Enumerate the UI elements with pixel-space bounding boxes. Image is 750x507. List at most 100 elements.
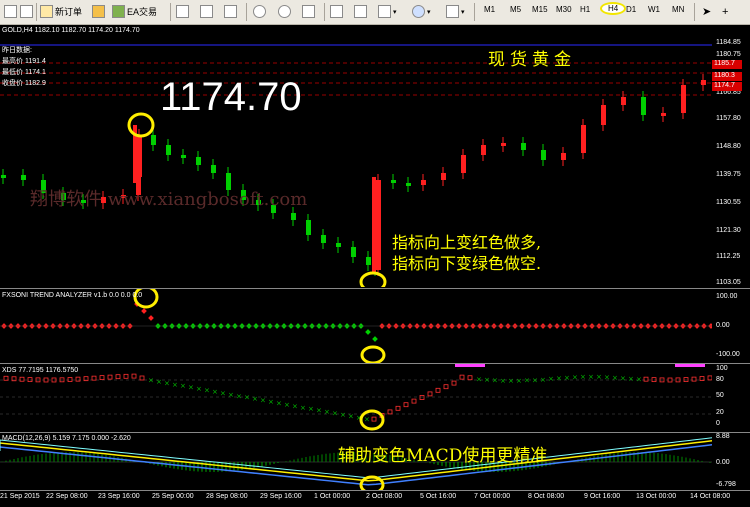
timeframe-m5[interactable]: M5 [510,5,521,14]
chart-shift-icon [354,5,367,18]
candle-body [541,150,546,160]
osc-mark [467,375,473,381]
autoscroll-button[interactable] [330,4,345,19]
date-label: 14 Oct 08:00 [690,493,731,500]
osc-mark [19,376,25,382]
timeframe-m30[interactable]: M30 [556,5,572,14]
osc-scale: 100 80 50 20 0 [712,363,750,432]
highlight-circle [360,345,386,363]
osc-mark [395,405,401,411]
cursor-button[interactable]: ➤ [702,4,711,19]
date-label: 5 Oct 16:00 [420,493,457,500]
osc-mark: × [636,376,642,384]
osc-mark: × [196,385,202,393]
osc-mark: × [180,382,186,390]
new-chart-button[interactable] [4,4,19,19]
scale-label: 1148.80 [716,143,741,150]
templates-button[interactable]: ▾ [446,4,465,19]
timeframe-h1[interactable]: H1 [580,5,590,14]
bar-chart-button[interactable] [176,4,191,19]
candle-body [181,155,186,158]
oscillator-panel[interactable]: × × × × × × × × × × × × × × × × × × × × × × × × × × × × × × × × × × × × × × × ×… [0,363,712,432]
ea-button[interactable]: EA交易 [112,4,157,19]
scale-label: 1180.75 [716,51,741,58]
periods-button[interactable]: ▾ [412,4,431,19]
osc-mark [683,377,689,382]
osc-mark: × [532,376,538,384]
templates-icon [446,5,459,18]
candle-body [366,257,371,265]
chart-shift-button[interactable] [354,4,369,19]
candle-body [21,175,26,180]
osc-mark: × [220,389,226,397]
osc-mark: × [628,375,634,383]
candle-body [481,145,486,155]
macd-panel[interactable]: MACD(12,26,9) 5.159 7.175 0.000 -2.620 辅… [0,432,712,491]
crosshair-button[interactable]: + [722,4,728,19]
osc-mark: × [580,373,586,381]
scale-label: 20 [716,409,724,416]
osc-mark [459,374,465,380]
candle-body [306,220,311,235]
osc-mark [131,373,137,379]
scale-label: -100.00 [716,351,740,358]
note-line-2: 指标向下变绿色做空. [392,254,542,273]
osc-mark: × [228,391,234,399]
big-price: 1174.70 [160,75,302,119]
zoom-out-icon [278,5,291,18]
cursor-icon: ➤ [702,6,712,18]
timeframe-m15[interactable]: M15 [532,5,548,14]
indicators-button[interactable]: ▾ [378,4,397,19]
candle-spike [372,177,376,272]
line-chart-button[interactable] [224,4,239,19]
date-label: 7 Oct 00:00 [474,493,511,500]
macd-scale: 8.88 0.00 -6.798 [712,432,750,491]
zoom-out-button[interactable] [278,4,293,19]
highlight-circle [359,271,387,287]
timeframe-mn[interactable]: MN [672,5,684,14]
candle-body [1,175,6,178]
timeframe-d1[interactable]: D1 [626,5,636,14]
osc-mark: × [516,377,522,385]
trend-dot [141,308,147,314]
metaeditor-button[interactable] [92,4,107,19]
info-low: 最低价 1174.1 [2,69,46,76]
candle-chart-button[interactable] [200,4,215,19]
title-cn: 现货黄金 [488,50,576,70]
trend-analyzer-panel[interactable]: FXSONI TREND ANALYZER v1.b 0.0 0.0 0.0 [0,288,712,363]
osc-mark: × [508,377,514,385]
new-order-button[interactable]: 新订单 [40,4,82,19]
osc-header: XDS 77.7195 1176.5750 [2,367,79,374]
bar-chart-icon [176,5,189,18]
candle-body [321,235,326,243]
date-label: 2 Oct 08:00 [366,493,403,500]
profiles-icon [20,5,33,18]
osc-mark [99,375,105,381]
osc-mark: × [260,397,266,405]
indicators-icon [378,5,391,18]
scale-label: 1103.05 [716,279,741,286]
ea-label: EA交易 [127,7,158,17]
scale-label: 1112.25 [716,253,741,260]
timeframe-h4[interactable]: H4 [600,2,627,15]
osc-mark [91,375,97,381]
metaeditor-icon [92,5,105,18]
zoom-in-button[interactable] [253,4,268,19]
candle-body [391,180,396,183]
timeframe-m1[interactable]: M1 [484,5,495,14]
candle-body [701,80,706,85]
tile-windows-button[interactable] [302,4,317,19]
osc-mark [651,377,657,383]
timeframe-w1[interactable]: W1 [648,5,660,14]
candle-body [166,145,171,155]
osc-mark [67,377,73,382]
main-chart[interactable]: GOLD,H4 1182.10 1182.70 1174.20 1174.70 … [0,25,712,287]
scale-label: 50 [716,392,724,399]
ea-icon [112,5,125,18]
profiles-button[interactable] [20,4,35,19]
osc-mark: × [500,377,506,385]
osc-mark: × [548,375,554,383]
osc-mark: × [572,373,578,381]
osc-mark [115,374,121,380]
osc-mark: × [316,407,322,415]
